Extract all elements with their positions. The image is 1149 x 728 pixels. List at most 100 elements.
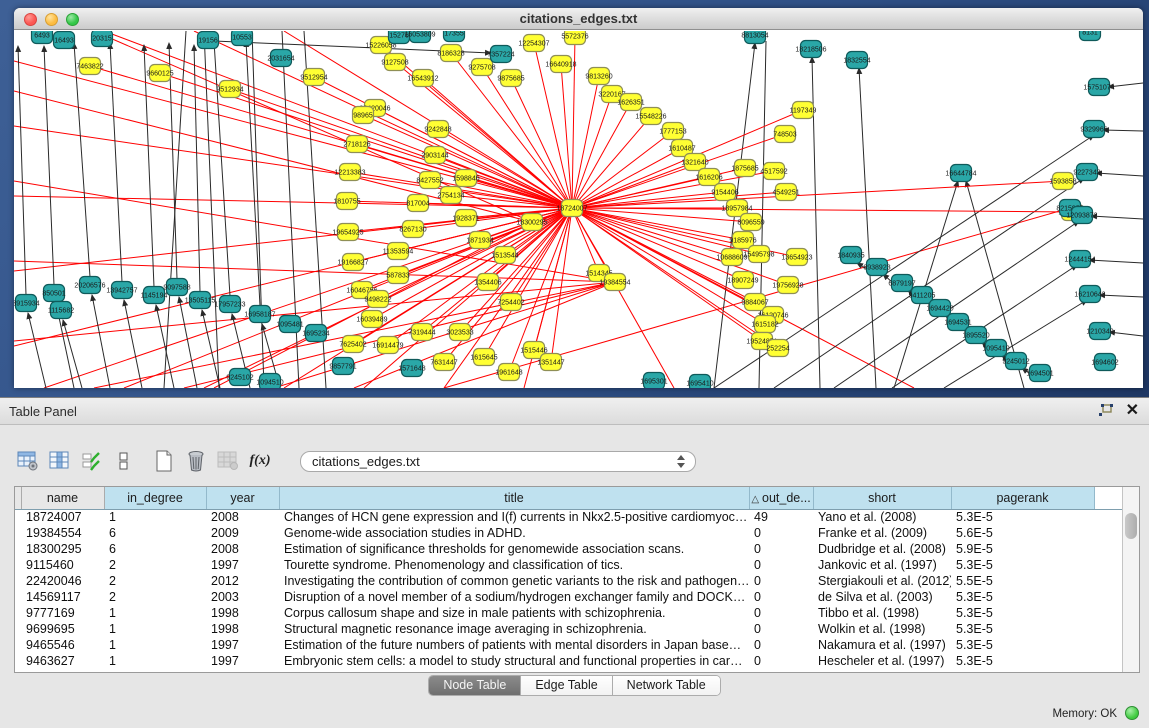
network-edge[interactable] xyxy=(14,196,572,208)
table-cell[interactable]: 5.3E-5 xyxy=(951,605,1094,621)
network-node[interactable]: 98965 xyxy=(353,107,374,124)
table-cell[interactable]: 9465546 xyxy=(21,637,104,653)
table-selector-dropdown[interactable]: citations_edges.txt xyxy=(300,451,696,472)
network-edge[interactable] xyxy=(572,208,1072,212)
network-node[interactable]: 17957233 xyxy=(214,296,245,313)
table-row[interactable]: 969969511998Structural magnetic resonanc… xyxy=(15,621,1123,637)
network-node[interactable]: 9242848 xyxy=(424,121,451,138)
network-edge[interactable] xyxy=(18,46,26,295)
network-node[interactable]: 19756928 xyxy=(772,277,803,294)
network-node[interactable]: 1810755 xyxy=(333,193,360,210)
network-node[interactable]: 1777153 xyxy=(659,123,686,140)
network-edge[interactable] xyxy=(1096,173,1143,176)
tab-network-table[interactable]: Network Table xyxy=(613,676,720,695)
network-node[interactable]: 8427552 xyxy=(416,172,443,189)
network-edge[interactable] xyxy=(1089,260,1143,263)
network-edge[interactable] xyxy=(944,300,1087,388)
table-cell[interactable]: 2008 xyxy=(206,541,279,557)
table-cell[interactable]: 5.9E-5 xyxy=(951,541,1094,557)
table-cell[interactable]: 5.3E-5 xyxy=(951,653,1094,669)
table-cell[interactable]: 19384554 xyxy=(21,525,104,541)
table-cell[interactable]: Franke et al. (2009) xyxy=(813,525,951,541)
network-node[interactable]: 7319444 xyxy=(408,324,435,341)
table-cell[interactable]: 0 xyxy=(749,605,813,621)
network-node[interactable]: 4549251 xyxy=(772,184,799,201)
network-node[interactable]: 2031654 xyxy=(267,50,294,67)
table-options-icon[interactable] xyxy=(14,448,42,474)
table-row[interactable]: 1456911722003Disruption of a novel membe… xyxy=(15,589,1123,605)
create-column-icon[interactable] xyxy=(150,448,178,474)
network-edge[interactable] xyxy=(859,68,876,388)
table-cell[interactable]: 5.5E-5 xyxy=(951,573,1094,589)
network-node[interactable]: 1616206 xyxy=(695,169,722,186)
network-node[interactable]: 11353594 xyxy=(383,243,414,260)
network-graph[interactable]: 1872400722420046989652718126122133831810… xyxy=(14,31,1143,388)
network-node[interactable]: 1875685 xyxy=(731,160,758,177)
table-cell[interactable]: 14569117 xyxy=(21,589,104,605)
network-node[interactable]: 15751074 xyxy=(1083,79,1114,96)
table-cell[interactable]: 5.3E-5 xyxy=(951,557,1094,573)
table-row[interactable]: 1872400712008Changes of HCN gene express… xyxy=(15,509,1123,525)
network-node[interactable]: 1928371 xyxy=(452,210,479,227)
network-edge[interactable] xyxy=(124,300,142,388)
network-edge[interactable] xyxy=(90,66,572,208)
column-header-in_degree[interactable]: in_degree xyxy=(104,487,206,509)
network-node[interactable]: 1694602 xyxy=(1091,354,1118,371)
table-cell[interactable]: 2008 xyxy=(206,509,279,525)
network-node[interactable]: 1961648 xyxy=(495,364,522,381)
column-header-title[interactable]: title xyxy=(279,487,749,509)
network-node[interactable]: 7463822 xyxy=(76,58,103,75)
table-cell[interactable]: Hescheler et al. (1997) xyxy=(813,653,951,669)
table-cell[interactable]: Genome-wide association studies in ADHD. xyxy=(279,525,749,541)
network-node[interactable]: 1115682 xyxy=(48,302,74,319)
table-row[interactable]: 1830029562008Estimation of significance … xyxy=(15,541,1123,557)
table-cell[interactable]: 1997 xyxy=(206,653,279,669)
network-node[interactable]: 2903144 xyxy=(421,147,448,164)
network-node[interactable]: 16644784 xyxy=(945,165,976,182)
network-node[interactable]: 1871934 xyxy=(466,232,493,249)
table-cell[interactable]: 9699695 xyxy=(21,621,104,637)
network-node[interactable]: 1895520 xyxy=(962,327,989,344)
network-edge[interactable] xyxy=(551,208,572,362)
network-node[interactable]: 8267130 xyxy=(399,221,426,238)
select-all-icon[interactable] xyxy=(78,448,106,474)
network-node[interactable]: 9875685 xyxy=(497,70,524,87)
table-cell[interactable]: 18300295 xyxy=(21,541,104,557)
table-row[interactable]: 946554611997Estimation of the future num… xyxy=(15,637,1123,653)
network-node[interactable]: 3915934 xyxy=(14,295,40,312)
network-node[interactable]: 13654923 xyxy=(781,249,812,266)
network-edge[interactable] xyxy=(14,126,572,208)
table-cell[interactable]: Estimation of significance thresholds fo… xyxy=(279,541,749,557)
table-cell[interactable]: Corpus callosum shape and size in male p… xyxy=(279,605,749,621)
network-node[interactable]: 8938923 xyxy=(863,259,890,276)
table-cell[interactable]: Estimation of the future numbers of pati… xyxy=(279,637,749,653)
table-cell[interactable]: Embryonic stem cells: a model to study s… xyxy=(279,653,749,669)
network-node[interactable]: 1351447 xyxy=(537,354,564,371)
table-cell[interactable]: 0 xyxy=(749,589,813,605)
table-cell[interactable]: 5.3E-5 xyxy=(951,621,1094,637)
table-cell[interactable]: 18724007 xyxy=(21,509,104,525)
table-cell[interactable]: 9463627 xyxy=(21,653,104,669)
network-node[interactable]: 7254402 xyxy=(497,294,524,311)
network-node[interactable]: 17355 xyxy=(444,31,465,42)
network-node[interactable]: 15548226 xyxy=(635,108,666,125)
network-window-titlebar[interactable]: citations_edges.txt xyxy=(14,8,1143,30)
table-mode-icon[interactable] xyxy=(110,448,138,474)
table-cell[interactable]: 0 xyxy=(749,621,813,637)
network-edge[interactable] xyxy=(194,45,200,292)
network-node[interactable]: 9227343 xyxy=(1073,164,1100,181)
network-node[interactable]: 3023533 xyxy=(446,324,473,341)
network-edge[interactable] xyxy=(179,297,197,388)
network-node[interactable]: 1598846 xyxy=(452,170,479,187)
network-node[interactable]: 18218506 xyxy=(795,41,826,58)
network-node[interactable]: 1840935 xyxy=(837,247,864,264)
table-cell[interactable]: 2009 xyxy=(206,525,279,541)
network-edge[interactable] xyxy=(28,313,46,388)
network-node[interactable]: 1354406 xyxy=(474,274,501,291)
network-node[interactable]: 16210643 xyxy=(1074,286,1105,303)
network-node[interactable]: 16640918 xyxy=(545,56,576,73)
table-cell[interactable]: 2003 xyxy=(206,589,279,605)
table-cell[interactable]: Dudbridge et al. (2008) xyxy=(813,541,951,557)
table-cell[interactable]: 1997 xyxy=(206,557,279,573)
network-node[interactable]: 1615182 xyxy=(751,316,778,333)
